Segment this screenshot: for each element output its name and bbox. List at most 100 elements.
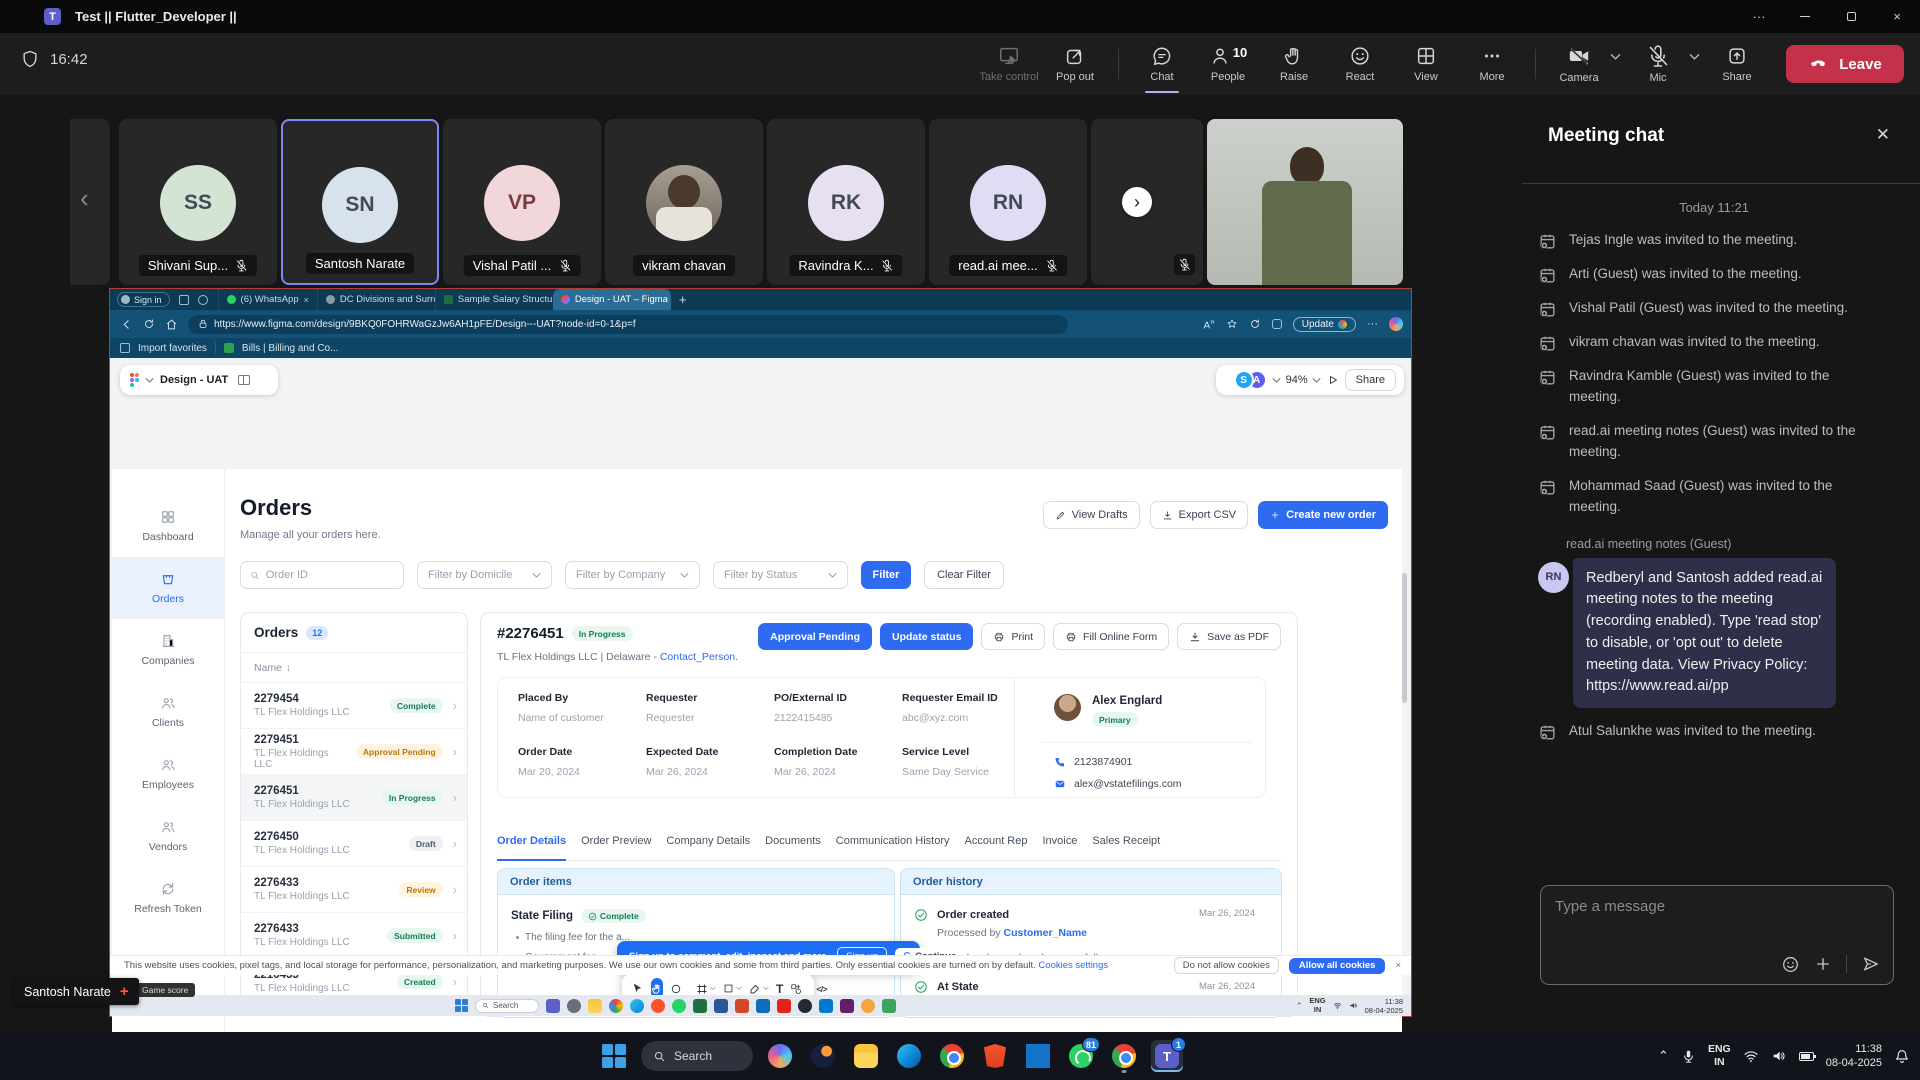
collections-icon[interactable] (1249, 318, 1261, 330)
cookie-close-icon[interactable]: × (1395, 960, 1401, 971)
taskbar-search[interactable]: Search (641, 1041, 753, 1071)
frame-tool[interactable] (696, 983, 716, 995)
order-row[interactable]: 2279451TL Flex Holdings LLC Approval Pen… (241, 729, 467, 775)
app-icon[interactable] (651, 999, 665, 1013)
pop-out-button[interactable]: Pop out (1044, 33, 1106, 95)
app-icon[interactable] (693, 999, 707, 1013)
browser-signin-button[interactable]: Sign in (117, 292, 170, 307)
pen-tool[interactable] (749, 983, 769, 995)
fill-online-form-button[interactable]: Fill Online Form (1053, 623, 1169, 650)
tab-order-details[interactable]: Order Details (497, 835, 566, 860)
chat-message-input[interactable] (1555, 898, 1875, 915)
app-icon[interactable] (756, 999, 770, 1013)
tab-close-icon[interactable]: × (304, 295, 309, 305)
tab-order-preview[interactable]: Order Preview (581, 835, 651, 860)
order-row[interactable]: 2276450TL Flex Holdings LLC Draft › (241, 821, 467, 867)
shared-clock[interactable]: 11:3808-04-2025 (1365, 997, 1403, 1015)
notifications-bell-icon[interactable] (1894, 1048, 1910, 1064)
shared-start-icon[interactable] (455, 999, 468, 1012)
browser-tab[interactable]: DC Divisions and Surroundings× (317, 289, 435, 310)
figma-canvas[interactable]: Design - UAT S A 94% Share (110, 358, 1411, 995)
browser-app-icon[interactable] (807, 1040, 839, 1072)
create-new-order-button[interactable]: Create new order (1258, 501, 1388, 529)
participant-tile[interactable]: RK Ravindra K... (767, 119, 925, 285)
app-icon[interactable] (630, 999, 644, 1013)
allow-cookies-button[interactable]: Allow all cookies (1289, 958, 1386, 974)
customer-link[interactable]: Customer_Name (1004, 927, 1087, 939)
volume-icon[interactable] (1771, 1048, 1787, 1064)
sidebar-item-companies[interactable]: Companies (112, 619, 224, 681)
tray-chevron-icon[interactable]: ⌃ (1658, 1048, 1669, 1064)
view-drafts-button[interactable]: View Drafts (1043, 501, 1140, 529)
start-button[interactable] (598, 1040, 630, 1072)
bookmark-item[interactable]: Bills | Billing and Co... (242, 343, 339, 354)
new-tab-button[interactable]: + (679, 292, 687, 307)
browser-update-button[interactable]: Update (1293, 317, 1356, 332)
order-row[interactable]: 2276433TL Flex Holdings LLC Submitted › (241, 913, 467, 959)
export-csv-button[interactable]: Export CSV (1150, 501, 1248, 529)
minimize-button[interactable] (1782, 0, 1828, 33)
tab-communication-history[interactable]: Communication History (836, 835, 950, 860)
chevron-down-icon[interactable] (1272, 377, 1281, 384)
tiles-prev-icon[interactable]: ‹ (80, 183, 89, 214)
chat-close-icon[interactable]: ✕ (1876, 125, 1890, 145)
sidebar-item-clients[interactable]: Clients (112, 681, 224, 743)
tray-chevron-icon[interactable]: ⌃ (1296, 1001, 1302, 1010)
order-row[interactable]: 2276433TL Flex Holdings LLC Review › (241, 867, 467, 913)
copilot-icon[interactable] (1389, 317, 1403, 331)
wifi-icon[interactable] (1743, 1048, 1759, 1064)
participant-tile[interactable]: vikram chavan (605, 119, 763, 285)
filter-status-select[interactable]: Filter by Status (713, 561, 848, 589)
sidebar-item-employees[interactable]: Employees (112, 743, 224, 805)
app-icon[interactable] (609, 999, 623, 1013)
browser-tab-actions-icon[interactable] (198, 295, 208, 305)
chevron-down-icon[interactable] (145, 377, 154, 384)
print-button[interactable]: Print (981, 623, 1045, 650)
file-explorer-icon[interactable] (850, 1040, 882, 1072)
move-tool[interactable] (631, 982, 644, 995)
shared-search-box[interactable]: Search (475, 999, 539, 1013)
chrome-app-icon[interactable] (936, 1040, 968, 1072)
battery-icon[interactable] (1799, 1052, 1814, 1061)
chat-input-box[interactable] (1540, 885, 1894, 985)
camera-button[interactable]: Camera (1548, 33, 1610, 95)
participant-tile[interactable]: SS Shivani Sup... (119, 119, 277, 285)
app-icon[interactable] (672, 999, 686, 1013)
home-icon[interactable] (165, 318, 178, 331)
participant-tile-video[interactable] (1207, 119, 1403, 285)
chrome-profile-app-icon[interactable] (1108, 1040, 1140, 1072)
bookmark-item[interactable]: Import favorites (138, 343, 207, 354)
close-button[interactable]: × (1874, 0, 1920, 33)
raise-hand-button[interactable]: Raise (1263, 33, 1325, 95)
edge-app-icon[interactable] (893, 1040, 925, 1072)
canvas-scrollbar[interactable] (1402, 573, 1407, 703)
tab-company-details[interactable]: Company Details (666, 835, 750, 860)
app-icon[interactable] (819, 999, 833, 1013)
extension-icon[interactable] (1272, 319, 1282, 329)
browser-tab-active[interactable]: Design - UAT – Figma× (553, 289, 671, 310)
app-icon[interactable] (861, 999, 875, 1013)
people-button[interactable]: 10 People (1197, 33, 1259, 95)
save-as-pdf-button[interactable]: Save as PDF (1177, 623, 1281, 650)
language-indicator[interactable]: ENGIN (1708, 1043, 1731, 1069)
leave-button[interactable]: Leave (1786, 45, 1904, 83)
browser-workspaces-icon[interactable] (179, 295, 189, 305)
cookies-settings-link[interactable]: Cookies settings (1038, 960, 1108, 971)
shared-language-indicator[interactable]: ENGIN (1309, 997, 1325, 1014)
sidebar-item-refresh-token[interactable]: Refresh Token (112, 867, 224, 929)
tiles-next-icon[interactable]: › (1122, 187, 1152, 217)
app-icon[interactable] (735, 999, 749, 1013)
tab-account-rep[interactable]: Account Rep (965, 835, 1028, 860)
filter-button[interactable]: Filter (861, 561, 911, 589)
order-id-search[interactable] (240, 561, 404, 589)
contact-person-link[interactable]: Contact_Person. (660, 651, 738, 663)
deny-cookies-button[interactable]: Do not allow cookies (1174, 957, 1279, 974)
mic-button[interactable]: Mic (1627, 33, 1689, 95)
emoji-icon[interactable] (1781, 955, 1800, 974)
order-row[interactable]: 2279454TL Flex Holdings LLC Complete › (241, 683, 467, 729)
camera-options-chevron[interactable] (1610, 53, 1621, 61)
chat-button[interactable]: Chat (1131, 33, 1193, 95)
read-aloud-icon[interactable]: A» (1203, 316, 1214, 331)
app-icon[interactable] (798, 999, 812, 1013)
back-icon[interactable] (120, 318, 133, 331)
